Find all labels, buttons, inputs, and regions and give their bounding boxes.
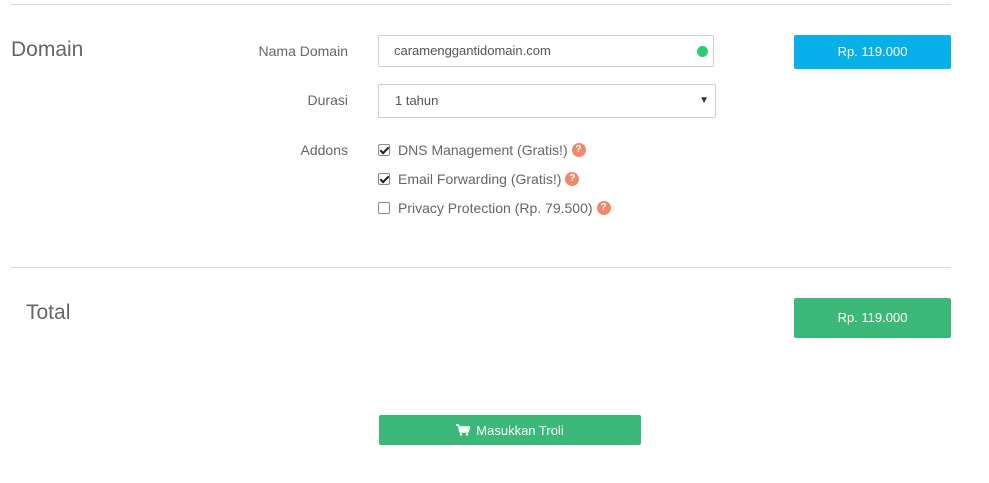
total-price-button[interactable]: Rp. 119.000: [794, 298, 951, 338]
add-to-cart-button[interactable]: Masukkan Troli: [379, 415, 641, 445]
duration-label: Durasi: [307, 92, 348, 108]
domain-section-title: Domain: [11, 38, 84, 61]
addon-email-forwarding-checkbox[interactable]: [378, 173, 390, 185]
duration-select[interactable]: 1 tahun ▼: [378, 84, 716, 118]
total-section-title: Total: [26, 301, 71, 324]
domain-name-value: caramenggantidomain.com: [394, 43, 551, 58]
domain-price-button[interactable]: Rp. 119.000: [794, 35, 951, 69]
addon-privacy-protection-checkbox[interactable]: [378, 202, 390, 214]
addon-email-forwarding: Email Forwarding (Gratis!) ?: [378, 169, 580, 189]
question-circle-icon[interactable]: ?: [571, 143, 586, 157]
addon-dns-management-checkbox[interactable]: [378, 144, 390, 156]
addon-privacy-protection-label: Privacy Protection (Rp. 79.500): [398, 200, 593, 216]
addons-label: Addons: [300, 142, 348, 158]
domain-available-indicator: [697, 46, 708, 57]
top-divider: [11, 4, 951, 5]
addon-privacy-protection: Privacy Protection (Rp. 79.500) ?: [378, 198, 611, 218]
question-circle-icon[interactable]: ?: [565, 172, 580, 186]
chevron-down-icon: ▼: [699, 95, 709, 106]
domain-name-field[interactable]: caramenggantidomain.com: [378, 35, 714, 67]
question-circle-icon[interactable]: ?: [596, 201, 611, 215]
add-to-cart-label: Masukkan Troli: [476, 422, 564, 438]
domain-name-label: Nama Domain: [258, 43, 348, 59]
duration-selected-value: 1 tahun: [395, 93, 439, 108]
addon-dns-management-label: DNS Management (Gratis!): [398, 142, 568, 158]
addon-dns-management: DNS Management (Gratis!) ?: [378, 140, 586, 160]
shopping-cart-icon: [456, 424, 471, 436]
addon-email-forwarding-label: Email Forwarding (Gratis!): [398, 171, 562, 187]
section-divider: [11, 267, 951, 268]
